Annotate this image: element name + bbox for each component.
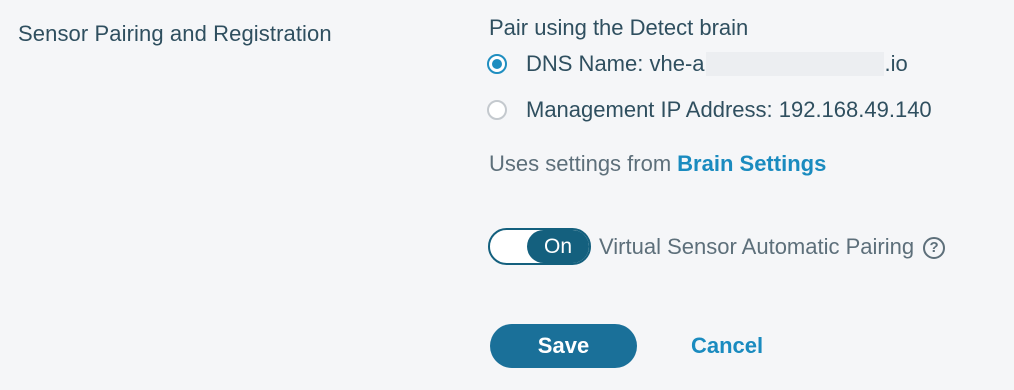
uses-settings-text: Uses settings from [489,151,672,176]
save-button[interactable]: Save [490,324,637,368]
radio-button-management-ip[interactable] [487,100,507,120]
radio-label-dns-name: DNS Name: vhe-a .io [526,51,908,77]
radio-option-dns-name[interactable]: DNS Name: vhe-a .io [487,51,908,77]
radio-label-management-ip: Management IP Address: 192.168.49.140 [526,97,932,122]
cancel-button[interactable]: Cancel [691,333,763,359]
radio-button-dns-name[interactable] [487,54,507,74]
auto-pairing-label: Virtual Sensor Automatic Pairing [599,233,915,259]
radio-option-management-ip[interactable]: Management IP Address: 192.168.49.140 [487,97,932,123]
dns-name-prefix: DNS Name: vhe-a [526,51,705,76]
uses-settings-text-row: Uses settings from Brain Settings [489,151,826,177]
pairing-group-title: Pair using the Detect brain [489,15,749,40]
redacted-block [705,52,884,76]
help-icon[interactable]: ? [923,236,946,259]
brain-settings-link[interactable]: Brain Settings [677,151,826,176]
auto-pairing-row: On Virtual Sensor Automatic Pairing ? [488,228,946,265]
auto-pairing-toggle[interactable]: On [488,228,591,265]
dns-name-suffix: .io [884,51,908,76]
toggle-knob: On [527,230,589,263]
section-label: Sensor Pairing and Registration [18,21,332,46]
